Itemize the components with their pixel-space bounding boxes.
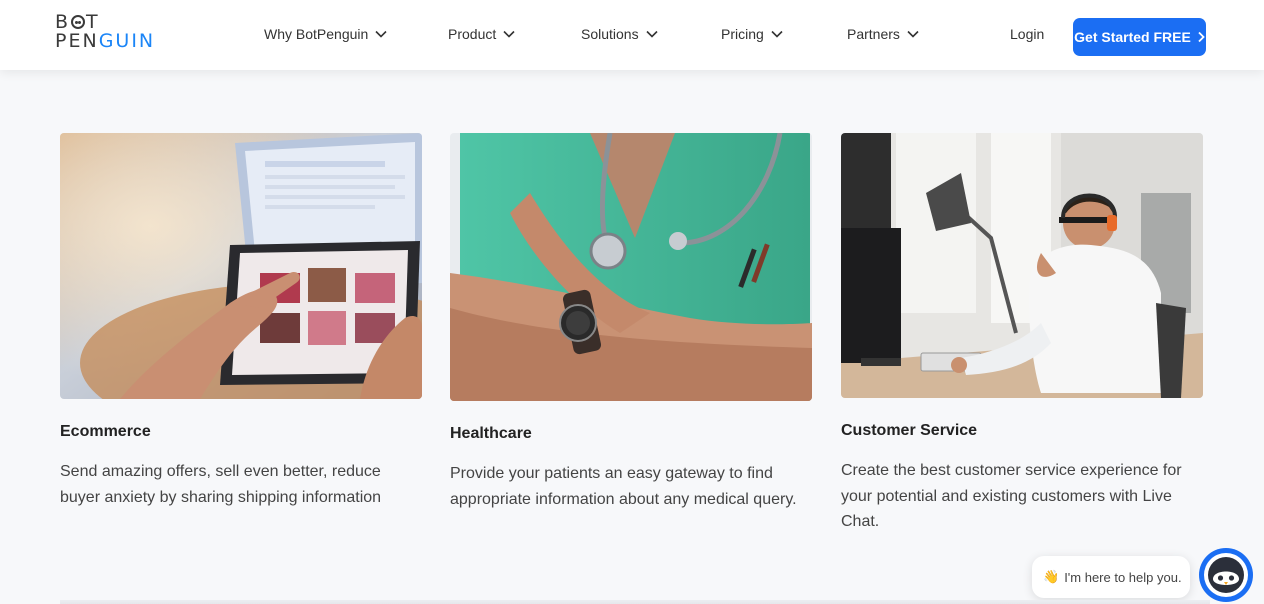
- card-customer-service[interactable]: Customer Service Create the best custome…: [841, 133, 1203, 533]
- card-title: Ecommerce: [60, 423, 151, 440]
- chat-greeting-text: I'm here to help you.: [1064, 569, 1182, 585]
- nav-label: Pricing: [721, 26, 764, 42]
- card-title: Healthcare: [450, 425, 532, 442]
- card-description: Send amazing offers, sell even better, r…: [60, 463, 382, 506]
- nav-product[interactable]: Product: [448, 26, 515, 42]
- nav-label: Why BotPenguin: [264, 26, 369, 42]
- nav-why-botpenguin[interactable]: Why BotPenguin: [264, 26, 387, 42]
- chevron-down-icon: [771, 30, 783, 38]
- waving-hand-icon: 👋: [1043, 569, 1060, 584]
- chevron-down-icon: [375, 30, 387, 38]
- chat-greeting-bubble[interactable]: 👋 I'm here to help you.: [1032, 556, 1190, 598]
- nav-label: Product: [448, 26, 497, 42]
- nav-solutions[interactable]: Solutions: [581, 26, 658, 42]
- logo-line-2: PENGUIN: [55, 30, 156, 52]
- card-healthcare[interactable]: Healthcare Provide your patients an easy…: [450, 133, 812, 533]
- customer-service-image: [841, 133, 1203, 398]
- get-started-button[interactable]: Get Started FREE: [1073, 18, 1206, 56]
- ecommerce-image: [60, 133, 422, 399]
- card-ecommerce[interactable]: Ecommerce Send amazing offers, sell even…: [60, 133, 422, 533]
- chat-launcher-button[interactable]: [1199, 548, 1253, 602]
- healthcare-image: [450, 133, 812, 401]
- botpenguin-logo[interactable]: BT PENGUIN: [55, 11, 175, 53]
- nav-label: Solutions: [581, 26, 639, 42]
- login-link[interactable]: Login: [1010, 26, 1044, 42]
- chevron-down-icon: [503, 30, 515, 38]
- penguin-bot-icon: [1204, 553, 1248, 597]
- nav-partners[interactable]: Partners: [847, 26, 919, 42]
- nav-pricing[interactable]: Pricing: [721, 26, 783, 42]
- nav-label: Partners: [847, 26, 900, 42]
- logo-face-icon: [71, 15, 86, 29]
- card-description: Provide your patients an easy gateway to…: [450, 465, 797, 508]
- chevron-right-icon: [1198, 31, 1205, 43]
- site-header: BT PENGUIN Why BotPenguin Product Soluti…: [0, 0, 1264, 70]
- section-divider: [60, 600, 1210, 604]
- cta-label: Get Started FREE: [1074, 29, 1191, 45]
- chevron-down-icon: [646, 30, 658, 38]
- chevron-down-icon: [907, 30, 919, 38]
- card-title: Customer Service: [841, 422, 978, 439]
- card-description: Create the best customer service experie…: [841, 462, 1182, 530]
